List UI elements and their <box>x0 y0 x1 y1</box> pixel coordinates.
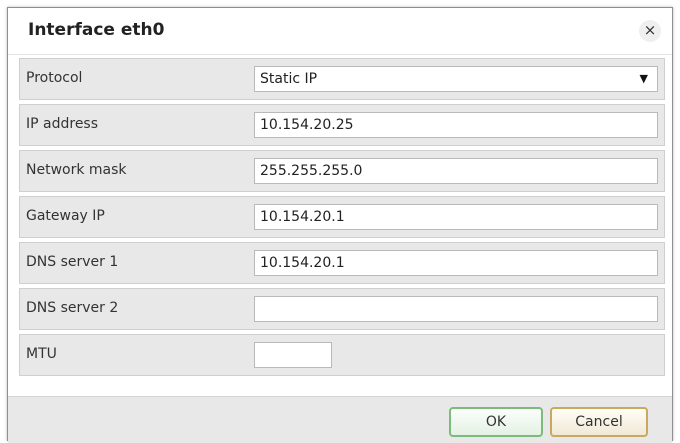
dns-server-1-input[interactable] <box>254 250 658 276</box>
close-icon[interactable]: × <box>639 20 661 42</box>
mtu-input[interactable] <box>254 342 332 368</box>
cancel-button[interactable]: Cancel <box>550 407 648 437</box>
mtu-row: MTU <box>19 334 665 376</box>
mtu-label: MTU <box>26 346 57 362</box>
protocol-selected-value: Static IP <box>260 71 318 87</box>
network-mask-row: Network mask <box>19 150 665 192</box>
interface-form: Protocol Static IP ▼ IP address Network … <box>19 58 665 380</box>
ip-address-label: IP address <box>26 116 99 132</box>
dns-server-2-input[interactable] <box>254 296 658 322</box>
protocol-label: Protocol <box>26 70 83 86</box>
ip-address-row: IP address <box>19 104 665 146</box>
gateway-ip-input[interactable] <box>254 204 658 230</box>
dialog-title: Interface eth0 <box>28 20 165 40</box>
dns-server-1-row: DNS server 1 <box>19 242 665 284</box>
protocol-select[interactable]: Static IP ▼ <box>254 66 658 92</box>
dialog-footer: OK Cancel <box>8 396 672 443</box>
interface-dialog: Interface eth0 × Protocol Static IP ▼ IP… <box>7 7 673 443</box>
gateway-ip-row: Gateway IP <box>19 196 665 238</box>
ip-address-input[interactable] <box>254 112 658 138</box>
ok-button[interactable]: OK <box>449 407 543 437</box>
gateway-ip-label: Gateway IP <box>26 208 105 224</box>
dropdown-arrow-icon: ▼ <box>639 72 648 85</box>
dns-server-2-row: DNS server 2 <box>19 288 665 330</box>
dns-server-2-label: DNS server 2 <box>26 300 119 316</box>
dns-server-1-label: DNS server 1 <box>26 254 119 270</box>
network-mask-input[interactable] <box>254 158 658 184</box>
protocol-row: Protocol Static IP ▼ <box>19 58 665 100</box>
network-mask-label: Network mask <box>26 162 127 178</box>
dialog-titlebar: Interface eth0 × <box>8 8 672 55</box>
